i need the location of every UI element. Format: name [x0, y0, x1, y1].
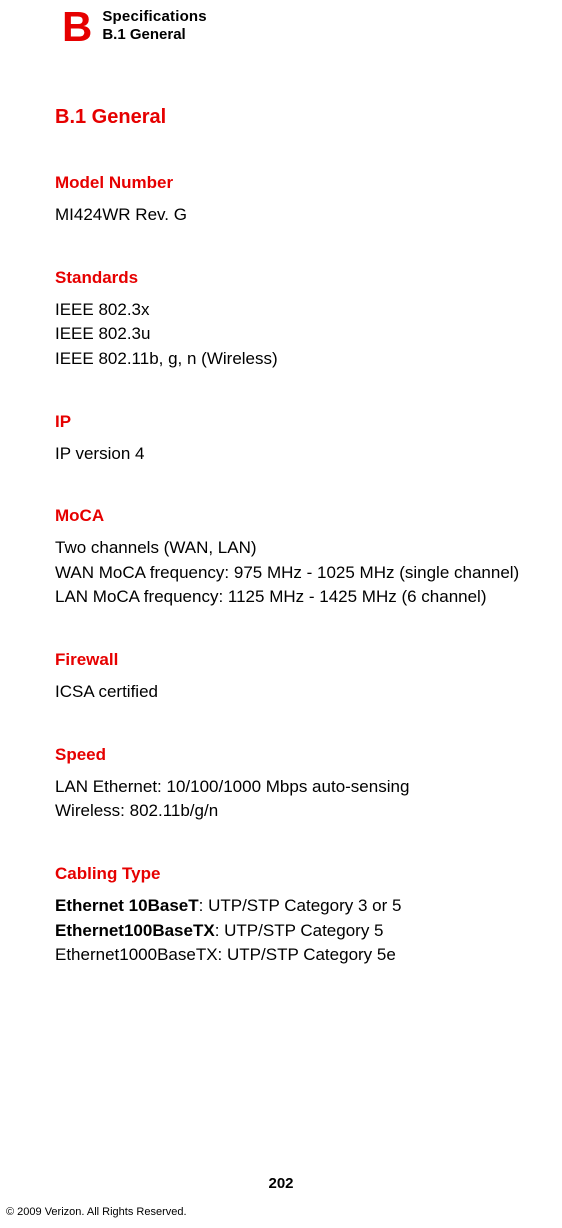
- page-number: 202: [0, 1175, 562, 1192]
- heading-standards: Standards: [55, 268, 552, 288]
- body-ip: IP version 4: [55, 442, 552, 467]
- cabling-line: Ethernet1000BaseTX: UTP/STP Category 5e: [55, 943, 552, 968]
- cabling-line: Ethernet100BaseTX: UTP/STP Category 5: [55, 919, 552, 944]
- cabling-rest: : UTP/STP Category 5: [215, 921, 384, 940]
- heading-moca: MoCA: [55, 506, 552, 526]
- page-header: B Specifications B.1 General: [0, 0, 562, 48]
- content: B.1 General Model Number MI424WR Rev. G …: [0, 48, 562, 968]
- section-title: B.1 General: [55, 106, 552, 129]
- section-moca: MoCA Two channels (WAN, LAN) WAN MoCA fr…: [55, 506, 552, 610]
- standards-line: IEEE 802.3x: [55, 298, 552, 323]
- section-cabling: Cabling Type Ethernet 10BaseT: UTP/STP C…: [55, 864, 552, 968]
- heading-ip: IP: [55, 412, 552, 432]
- heading-speed: Speed: [55, 745, 552, 765]
- section-firewall: Firewall ICSA certified: [55, 650, 552, 705]
- body-model-number: MI424WR Rev. G: [55, 203, 552, 228]
- section-standards: Standards IEEE 802.3x IEEE 802.3u IEEE 8…: [55, 268, 552, 372]
- cabling-rest: : UTP/STP Category 3 or 5: [199, 896, 402, 915]
- body-moca: Two channels (WAN, LAN) WAN MoCA frequen…: [55, 536, 552, 610]
- body-firewall: ICSA certified: [55, 680, 552, 705]
- moca-line: Two channels (WAN, LAN): [55, 536, 552, 561]
- standards-line: IEEE 802.3u: [55, 322, 552, 347]
- section-speed: Speed LAN Ethernet: 10/100/1000 Mbps aut…: [55, 745, 552, 824]
- header-text-block: Specifications B.1 General: [102, 6, 207, 43]
- heading-model-number: Model Number: [55, 173, 552, 193]
- cabling-rest: Ethernet1000BaseTX: UTP/STP Category 5e: [55, 945, 396, 964]
- cabling-bold: Ethernet 10BaseT: [55, 896, 199, 915]
- header-title: Specifications: [102, 8, 207, 25]
- cabling-bold: Ethernet100BaseTX: [55, 921, 215, 940]
- heading-cabling: Cabling Type: [55, 864, 552, 884]
- header-subtitle: B.1 General: [102, 26, 207, 43]
- standards-line: IEEE 802.11b, g, n (Wireless): [55, 347, 552, 372]
- body-cabling: Ethernet 10BaseT: UTP/STP Category 3 or …: [55, 894, 552, 968]
- copyright-footer: © 2009 Verizon. All Rights Reserved.: [6, 1206, 187, 1218]
- cabling-line: Ethernet 10BaseT: UTP/STP Category 3 or …: [55, 894, 552, 919]
- appendix-letter: B: [62, 6, 92, 48]
- speed-line: LAN Ethernet: 10/100/1000 Mbps auto-sens…: [55, 775, 552, 800]
- moca-line: LAN MoCA frequency: 1125 MHz - 1425 MHz …: [55, 585, 552, 610]
- heading-firewall: Firewall: [55, 650, 552, 670]
- speed-line: Wireless: 802.11b/g/n: [55, 799, 552, 824]
- moca-line: WAN MoCA frequency: 975 MHz - 1025 MHz (…: [55, 561, 552, 586]
- body-speed: LAN Ethernet: 10/100/1000 Mbps auto-sens…: [55, 775, 552, 824]
- body-standards: IEEE 802.3x IEEE 802.3u IEEE 802.11b, g,…: [55, 298, 552, 372]
- section-ip: IP IP version 4: [55, 412, 552, 467]
- section-model-number: Model Number MI424WR Rev. G: [55, 173, 552, 228]
